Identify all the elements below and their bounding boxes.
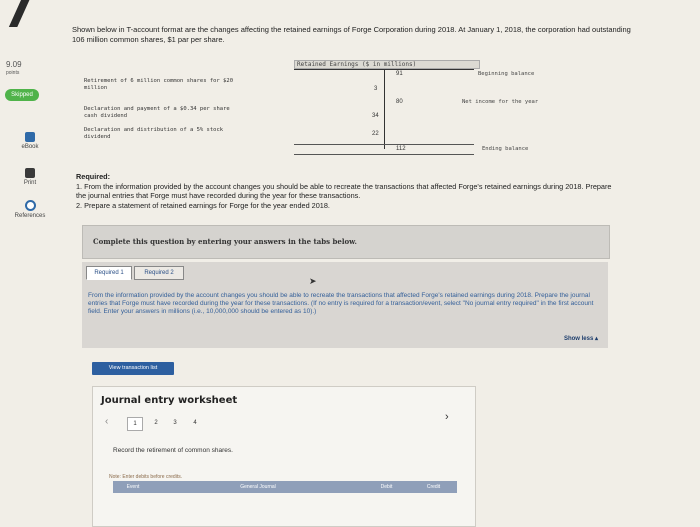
required-item-2: 2. Prepare a statement of retained earni… bbox=[76, 200, 330, 210]
complete-question-text: Complete this question by entering your … bbox=[93, 237, 357, 246]
ebook-icon bbox=[25, 132, 35, 142]
tabs-panel: Required 1 Required 2 From the informati… bbox=[82, 262, 608, 348]
column-header-credit: Credit bbox=[426, 484, 441, 490]
t-entry-amount: 34 bbox=[372, 113, 379, 119]
t-account: Retained Earnings ($ in millions) Retire… bbox=[84, 60, 544, 160]
t-entry-label: Ending balance bbox=[482, 146, 529, 152]
worksheet-table-header: Event General Journal Debit Credit bbox=[113, 481, 457, 493]
page-button-3[interactable]: 3 bbox=[168, 417, 182, 429]
worksheet-note: Note: Enter debits before credits. bbox=[109, 474, 183, 480]
t-entry-label: Net income for the year bbox=[462, 99, 539, 105]
question-number: 7 bbox=[2, 0, 35, 38]
points-label: points bbox=[6, 70, 20, 76]
sidebar-item-label: References bbox=[14, 213, 46, 219]
required-section: Required: 1. From the information provid… bbox=[76, 172, 616, 210]
t-entry-label: Beginning balance bbox=[478, 71, 535, 77]
page-button-2[interactable]: 2 bbox=[149, 417, 163, 429]
required-item-1: 1. From the information provided by the … bbox=[76, 181, 612, 201]
complete-question-bar: Complete this question by entering your … bbox=[82, 225, 610, 259]
tab-required-2[interactable]: Required 2 bbox=[134, 266, 184, 280]
worksheet-title: Journal entry worksheet bbox=[101, 395, 238, 406]
t-entry-label: Declaration and distribution of a 5% sto… bbox=[84, 127, 224, 140]
t-entry-label: Declaration and payment of a $0.34 per s… bbox=[84, 106, 230, 119]
sidebar-item-label: Print bbox=[23, 180, 37, 186]
sidebar-item-ebook[interactable]: eBook bbox=[8, 132, 52, 150]
t-account-bottom-rule bbox=[294, 154, 474, 155]
page-button-4[interactable]: 4 bbox=[188, 417, 202, 429]
skipped-badge: Skipped bbox=[5, 89, 39, 101]
tab-required-1[interactable]: Required 1 bbox=[86, 266, 132, 280]
worksheet-instruction: Record the retirement of common shares. bbox=[113, 447, 233, 454]
t-entry-amount: 112 bbox=[396, 146, 406, 152]
mouse-cursor-icon: ➤ bbox=[309, 276, 317, 286]
t-entry-amount: 80 bbox=[396, 99, 403, 105]
references-icon bbox=[24, 200, 36, 211]
t-entry-amount: 91 bbox=[396, 71, 403, 77]
t-account-total-rule bbox=[294, 144, 474, 145]
sidebar-item-print[interactable]: Print bbox=[8, 168, 52, 186]
t-account-title: Retained Earnings ($ in millions) bbox=[294, 60, 480, 69]
chevron-left-icon[interactable]: ‹ bbox=[105, 416, 108, 427]
page-button-1[interactable]: 1 bbox=[127, 417, 143, 431]
required-heading: Required: bbox=[76, 172, 111, 181]
points-value: 9.09 bbox=[6, 60, 22, 69]
chevron-right-icon[interactable]: › bbox=[445, 411, 449, 423]
points-display: 9.09 points bbox=[6, 60, 22, 78]
sidebar-item-references[interactable]: References bbox=[8, 200, 52, 219]
view-transaction-list-button[interactable]: View transaction list bbox=[92, 362, 174, 375]
t-entry-amount: 3 bbox=[374, 86, 378, 92]
t-entry-amount: 22 bbox=[372, 131, 379, 137]
problem-statement: Shown below in T-account format are the … bbox=[72, 25, 631, 44]
sidebar-item-label: eBook bbox=[21, 144, 39, 150]
show-less-link[interactable]: Show less ▴ bbox=[564, 335, 598, 342]
tab-instructions: From the information provided by the acc… bbox=[88, 292, 594, 315]
journal-entry-worksheet: Journal entry worksheet ‹ 1 2 3 4 Record… bbox=[92, 386, 476, 527]
print-icon bbox=[25, 168, 35, 178]
column-header-debit: Debit bbox=[380, 484, 393, 490]
column-header-general-journal: General Journal bbox=[240, 484, 276, 490]
t-account-center-rule bbox=[384, 69, 385, 149]
column-header-event: Event bbox=[126, 484, 140, 490]
t-entry-label: Retirement of 6 million common shares fo… bbox=[84, 78, 234, 91]
